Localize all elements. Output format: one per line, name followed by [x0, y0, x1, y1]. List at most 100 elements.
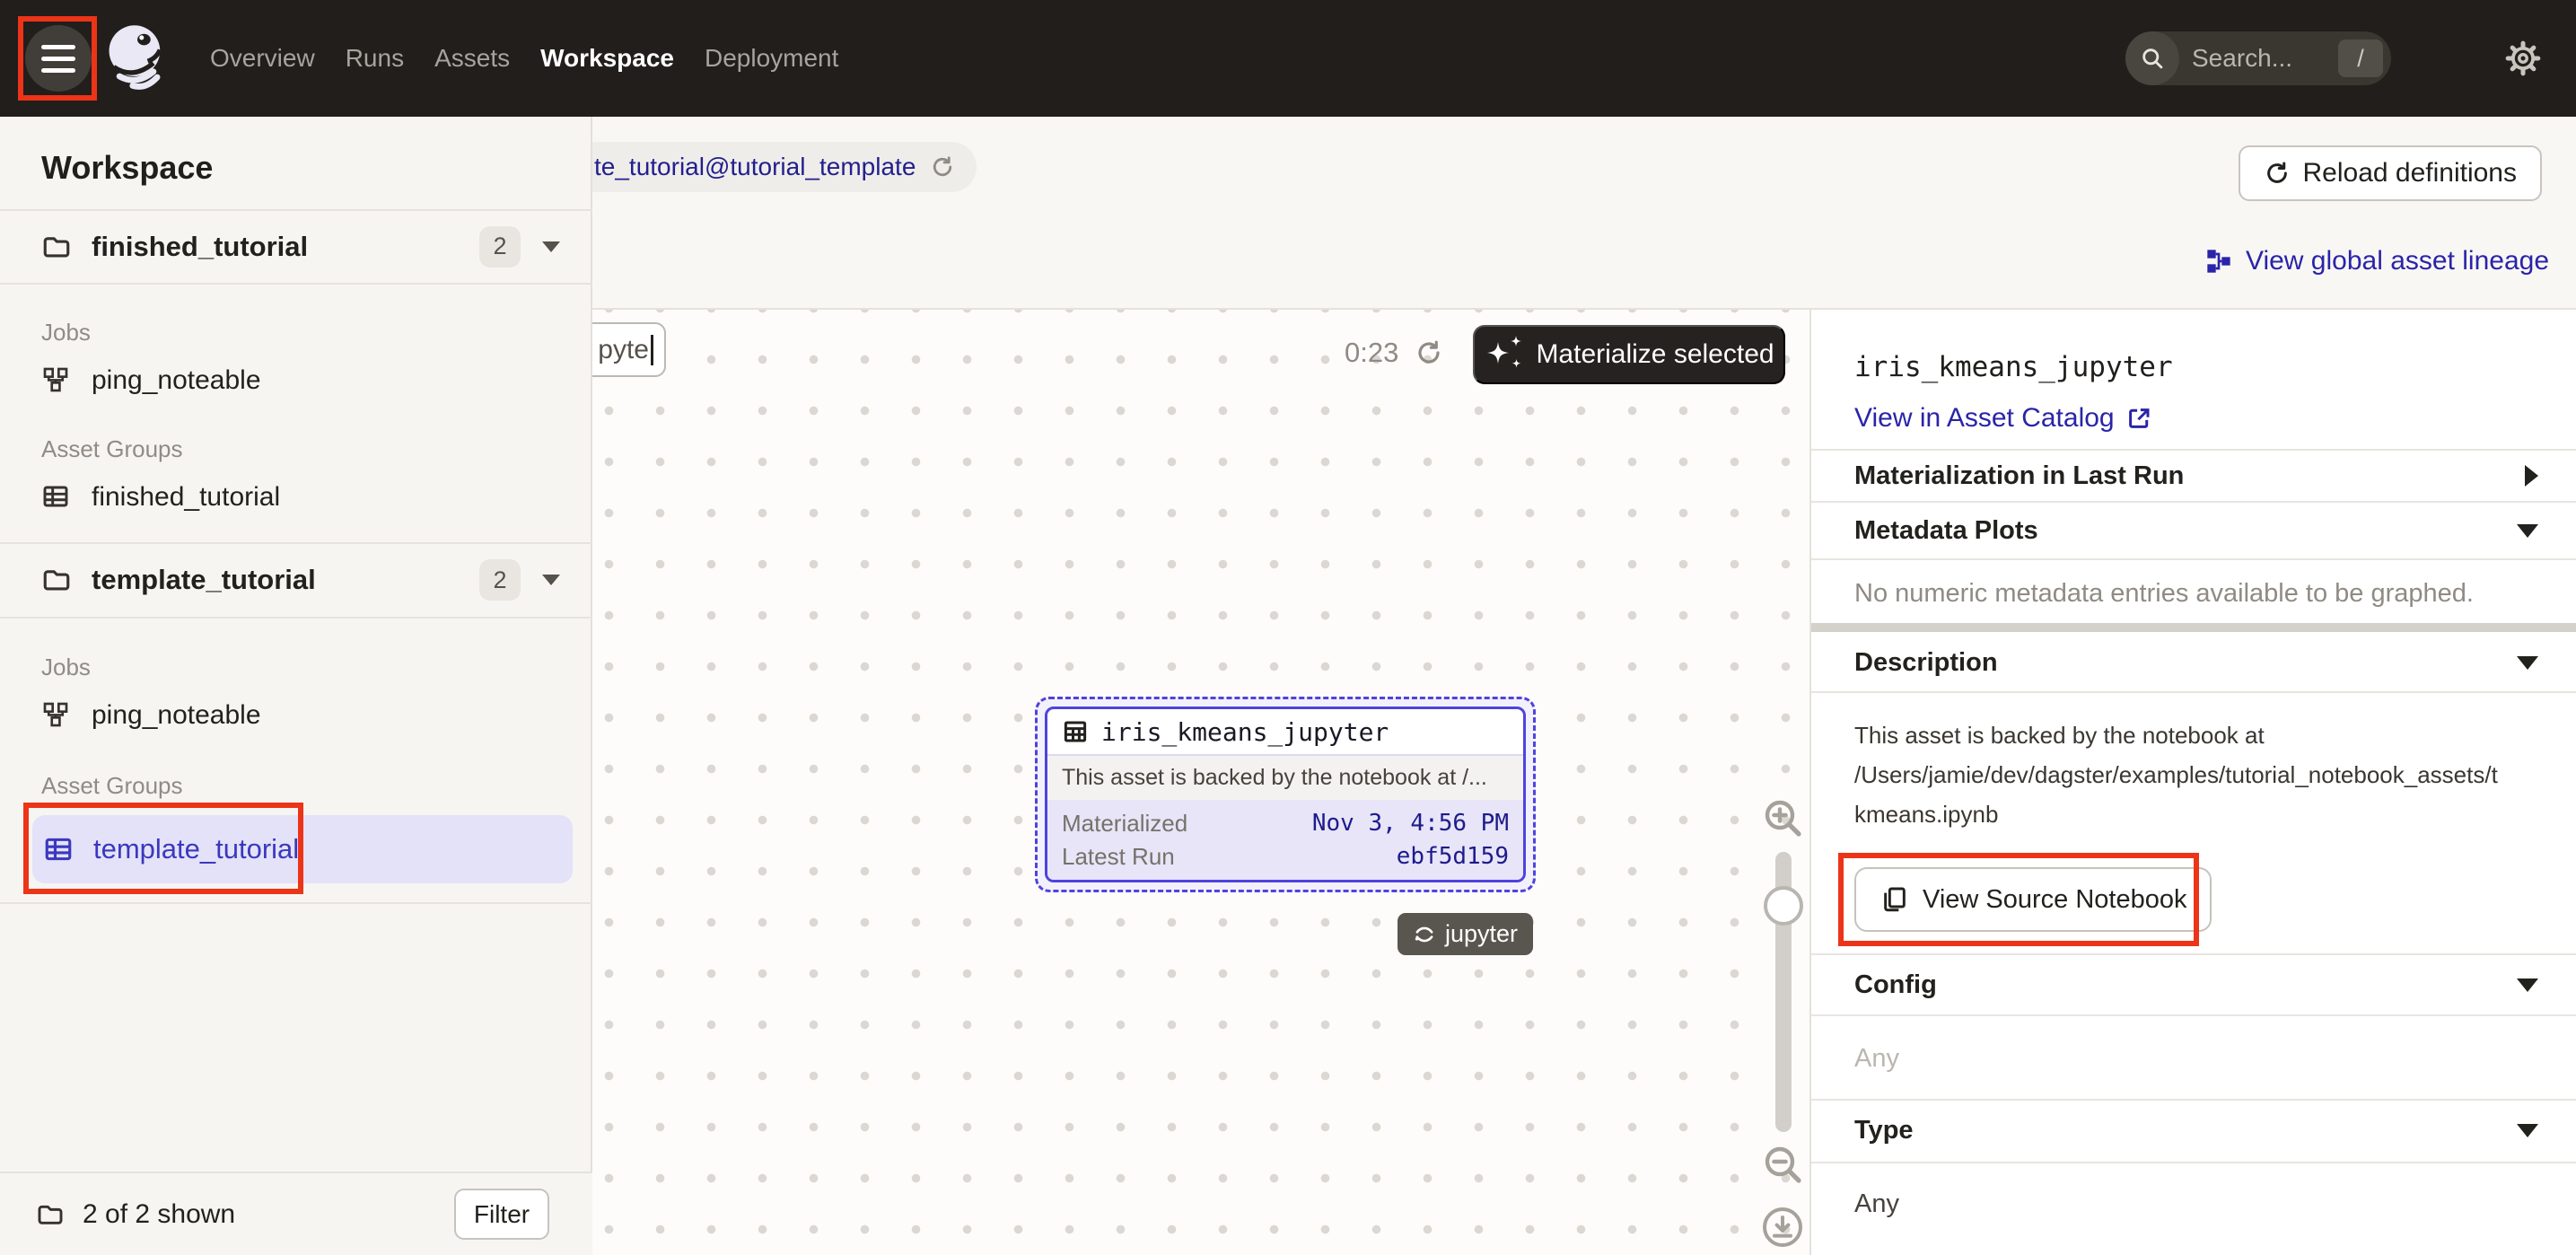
jupyter-icon [1413, 923, 1436, 946]
top-nav: Overview Runs Assets Workspace Deploymen… [0, 0, 2576, 117]
nav-item-runs[interactable]: Runs [346, 44, 404, 73]
asset-node-title: iris_kmeans_jupyter [1101, 717, 1389, 747]
chevron-down-icon[interactable] [542, 241, 560, 252]
sidebar-title: Workspace [41, 149, 213, 187]
section-config[interactable]: Config [1811, 955, 2576, 1014]
view-source-notebook-label: View Source Notebook [1923, 885, 2186, 915]
sidebar-job-ping-noteable[interactable]: ping_noteable [0, 354, 592, 408]
catalog-link-label: View in Asset Catalog [1854, 403, 2115, 434]
materialize-selected-button[interactable]: Materialize selected [1473, 325, 1785, 384]
section-type[interactable]: Type [1811, 1101, 2576, 1160]
chevron-down-icon [2517, 1124, 2538, 1137]
asset-details-title: iris_kmeans_jupyter [1854, 351, 2173, 383]
asset-details-panel: iris_kmeans_jupyter View in Asset Catalo… [1809, 310, 2576, 1255]
view-global-asset-lineage-link[interactable]: View global asset lineage [2204, 246, 2549, 276]
folder-icon [41, 565, 72, 595]
repo-name: template_tutorial [92, 564, 316, 596]
repo-count-badge: 2 [479, 226, 521, 268]
group-name: template_tutorial [93, 833, 299, 865]
job-icon [41, 365, 72, 396]
reload-definitions-label: Reload definitions [2303, 158, 2518, 189]
nav-links: Overview Runs Assets Workspace Deploymen… [210, 0, 838, 117]
view-source-notebook-button[interactable]: View Source Notebook [1854, 867, 2212, 932]
sidebar-repo-finished-tutorial[interactable]: finished_tutorial 2 [0, 210, 592, 283]
sparkle-icon [1484, 335, 1523, 374]
dagster-app: Overview Runs Assets Workspace Deploymen… [0, 0, 2576, 1255]
zoom-out-icon[interactable] [1761, 1143, 1804, 1186]
filter-button[interactable]: Filter [454, 1189, 549, 1240]
chevron-down-icon [2517, 524, 2538, 538]
nav-item-assets[interactable]: Assets [434, 44, 510, 73]
external-link-icon [2125, 405, 2152, 432]
nav-item-overview[interactable]: Overview [210, 44, 315, 73]
main-menu-button[interactable] [25, 25, 92, 92]
nav-item-workspace[interactable]: Workspace [540, 44, 674, 73]
jupyter-tag-label: jupyter [1445, 920, 1518, 948]
asset-group-icon [43, 834, 74, 864]
asset-groups-label: Asset Groups [41, 772, 183, 800]
asset-table-icon [1062, 718, 1089, 745]
zoom-in-icon[interactable] [1761, 796, 1804, 839]
repo-count-badge: 2 [479, 559, 521, 601]
dagster-logo-icon[interactable] [99, 20, 174, 95]
search-shortcut-badge: / [2338, 39, 2383, 77]
latest-run-row: Latest Run ebf5d159 [1062, 843, 1509, 871]
settings-gear-icon[interactable] [2502, 38, 2544, 79]
lineage-icon [2204, 247, 2233, 276]
section-description[interactable]: Description [1811, 634, 2576, 691]
workspace-sidebar: Workspace finished_tutorial 2 Jobs ping_… [0, 117, 592, 1255]
type-value: Any [1854, 1189, 1899, 1219]
download-graph-icon[interactable] [1761, 1206, 1804, 1249]
sidebar-footer: 2 of 2 shown Filter [0, 1172, 592, 1255]
section-splitter[interactable] [1811, 623, 2576, 632]
sidebar-group-finished-tutorial[interactable]: finished_tutorial [0, 470, 592, 524]
search-placeholder: Search... [2192, 44, 2338, 73]
sidebar-job-ping-noteable-2[interactable]: ping_noteable [0, 689, 592, 742]
refresh-icon[interactable] [1415, 338, 1443, 367]
code-location-text: te_tutorial@tutorial_template [594, 153, 916, 181]
notebook-copy-icon [1879, 885, 1908, 914]
metadata-empty-message: No numeric metadata entries available to… [1854, 579, 2474, 609]
config-value: Any [1854, 1044, 1899, 1074]
chevron-down-icon [2517, 656, 2538, 670]
section-materialization-in-last-run[interactable]: Materialization in Last Run [1811, 451, 2576, 501]
job-icon [41, 700, 72, 731]
view-in-asset-catalog-link[interactable]: View in Asset Catalog [1854, 403, 2152, 434]
jobs-label: Jobs [41, 319, 91, 347]
repo-name: finished_tutorial [92, 231, 308, 263]
chevron-down-icon [2517, 979, 2538, 992]
search-input[interactable]: Search... / [2125, 31, 2391, 85]
text-cursor [651, 335, 653, 365]
job-name: ping_noteable [92, 365, 261, 396]
refresh-icon [2264, 160, 2291, 187]
asset-node-iris-kmeans-jupyter[interactable]: iris_kmeans_jupyter This asset is backed… [1035, 697, 1536, 892]
zoom-slider-handle[interactable] [1764, 886, 1803, 926]
code-location-tag[interactable]: te_tutorial@tutorial_template [573, 142, 977, 192]
nav-item-deployment[interactable]: Deployment [705, 44, 838, 73]
jobs-label: Jobs [41, 654, 91, 681]
asset-node-header: iris_kmeans_jupyter [1047, 709, 1523, 756]
page-header: te_tutorial@tutorial_template Reload def… [592, 117, 2576, 310]
chevron-down-icon[interactable] [542, 575, 560, 585]
materialized-row: Materialized Nov 3, 4:56 PM [1062, 810, 1509, 838]
lineage-link-label: View global asset lineage [2246, 246, 2549, 276]
folder-icon [41, 232, 72, 262]
asset-node-card: iris_kmeans_jupyter This asset is backed… [1045, 706, 1526, 882]
timer-value: 0:23 [1345, 337, 1398, 369]
asset-node-description: This asset is backed by the notebook at … [1047, 756, 1523, 800]
run-id-link[interactable]: ebf5d159 [1397, 843, 1509, 870]
chevron-right-icon [2525, 465, 2538, 487]
graph-filter-value: pyte [598, 335, 649, 365]
refresh-icon[interactable] [930, 154, 955, 180]
asset-groups-label: Asset Groups [41, 435, 183, 463]
reload-definitions-button[interactable]: Reload definitions [2239, 145, 2543, 201]
shown-count: 2 of 2 shown [83, 1199, 235, 1230]
sidebar-repo-template-tutorial[interactable]: template_tutorial 2 [0, 543, 592, 617]
asset-node-stats: Materialized Nov 3, 4:56 PM Latest Run e… [1047, 800, 1523, 880]
sidebar-group-template-tutorial-selected[interactable]: template_tutorial [32, 815, 573, 883]
job-name: ping_noteable [92, 700, 261, 731]
query-timer: 0:23 [1345, 325, 1443, 381]
section-metadata-plots[interactable]: Metadata Plots [1811, 503, 2576, 558]
jupyter-tag[interactable]: jupyter [1398, 913, 1533, 955]
asset-graph-canvas[interactable]: pyte 0:23 Materialize selected iris_kmea… [592, 310, 1809, 1255]
